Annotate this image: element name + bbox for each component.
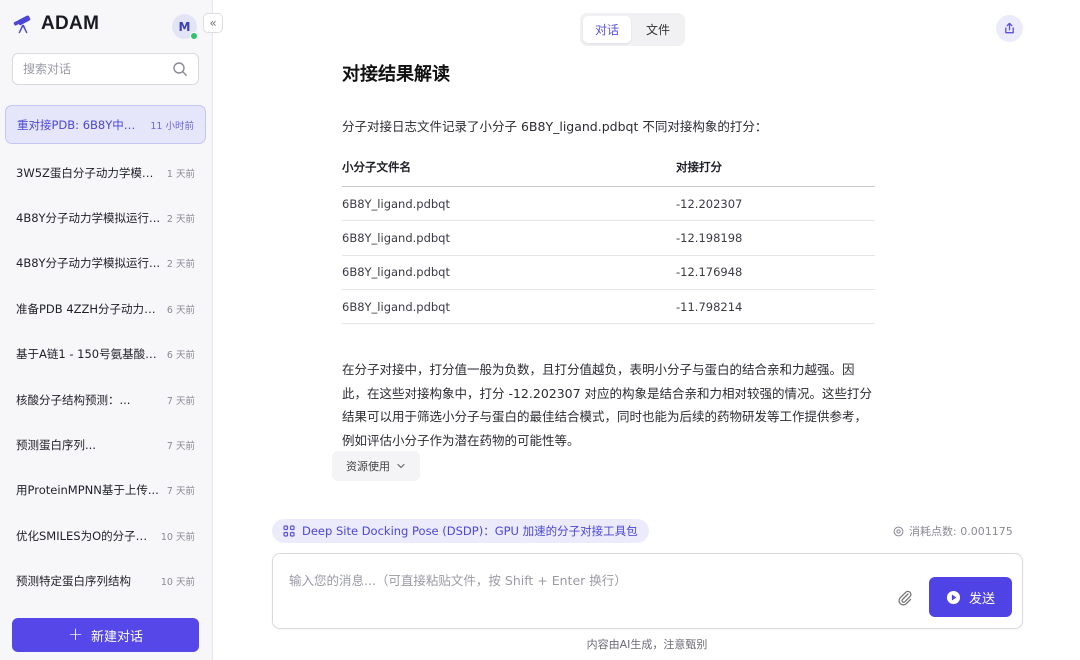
conversation-title: 准备PDB 4ZZH分子动力学... xyxy=(16,301,161,316)
message-heading: 对接结果解读 xyxy=(342,64,450,85)
conversation-item[interactable]: 4B8Y分子动力学模拟运行... 2 天前 xyxy=(5,195,206,240)
resources-label: 资源使用 xyxy=(346,460,390,473)
conversation-time: 7 天前 xyxy=(166,395,195,407)
brand-name: ADAM xyxy=(41,13,100,34)
conversation-item[interactable]: 3W5Z蛋白分子动力学模拟... 1 天前 xyxy=(5,150,206,195)
new-chat-button[interactable]: + 新建对话 xyxy=(12,618,199,652)
cost-indicator: 消耗点数: 0.001175 xyxy=(893,523,1013,539)
search-input[interactable] xyxy=(23,62,163,76)
tool-chip-label: Deep Site Docking Pose (DSDP)：GPU 加速的分子对… xyxy=(302,524,638,538)
share-button[interactable] xyxy=(996,15,1023,42)
conversation-title: 核酸分子结构预测：... xyxy=(16,392,131,407)
app-root: ADAM M « 重对接PDB: 6B8Y中蛋... 11 小时前 3W5Z蛋白… xyxy=(0,0,1080,660)
docking-score-table: 小分子文件名 对接打分 6B8Y_ligand.pdbqt -12.202307… xyxy=(342,159,875,325)
conversation-time: 2 天前 xyxy=(166,214,195,226)
conversation-item[interactable]: 优化SMILES为O的分子结... 10 天前 xyxy=(5,513,206,558)
telescope-logo-icon xyxy=(13,15,31,34)
cost-label: 消耗点数: 0.001175 xyxy=(909,525,1013,538)
table-row: 6B8Y_ligand.pdbqt -11.798214 xyxy=(342,289,875,325)
avatar-initial: M xyxy=(178,19,191,34)
tool-grid-icon xyxy=(283,525,295,537)
conversation-time: 7 天前 xyxy=(166,441,195,453)
conversation-title: 4B8Y分子动力学模拟运行... xyxy=(16,211,161,226)
share-icon xyxy=(1005,22,1014,34)
brand[interactable]: ADAM xyxy=(12,13,99,35)
conversation-title: 基于A链1 - 150号氨基酸及... xyxy=(16,347,161,362)
conversation-title: 优化SMILES为O的分子结... xyxy=(16,528,155,543)
ligand-cell: 6B8Y_ligand.pdbqt xyxy=(342,186,676,222)
sidebar: ADAM M « 重对接PDB: 6B8Y中蛋... 11 小时前 3W5Z蛋白… xyxy=(0,0,223,660)
column-header-score: 对接打分 xyxy=(676,159,875,187)
conversation-time: 7 天前 xyxy=(166,486,195,498)
double-chevron-left-icon: « xyxy=(209,16,217,30)
resources-usage-toggle[interactable]: 资源使用 xyxy=(332,451,420,481)
message-composer: 发送 xyxy=(272,553,1023,629)
conversation-item[interactable]: 基于A链1 - 150号氨基酸及... 6 天前 xyxy=(5,332,206,377)
tab-chat[interactable]: 对话 xyxy=(583,16,632,43)
table-row: 6B8Y_ligand.pdbqt -12.176948 xyxy=(342,255,875,290)
send-button[interactable]: 发送 xyxy=(929,577,1012,617)
message-intro: 分子对接日志文件记录了小分子 6B8Y_ligand.pdbqt 不同对接构象的… xyxy=(342,119,768,134)
conversation-item[interactable]: 预测蛋白序列... 7 天前 xyxy=(5,422,206,467)
score-cell: -12.202307 xyxy=(676,186,875,222)
score-cell: -12.176948 xyxy=(676,255,875,290)
score-cell: -11.798214 xyxy=(676,289,875,325)
coin-icon xyxy=(893,526,904,536)
conversation-time: 10 天前 xyxy=(160,531,195,543)
chevron-down-icon xyxy=(397,463,405,469)
conversation-search xyxy=(12,53,199,85)
conversation-title: 重对接PDB: 6B8Y中蛋... xyxy=(17,117,145,132)
send-play-icon xyxy=(946,590,961,604)
user-avatar[interactable]: M xyxy=(172,14,198,40)
table-header-row: 小分子文件名 对接打分 xyxy=(342,159,875,187)
conversation-title: 用ProteinMPNN基于上传... xyxy=(16,483,159,498)
conversation-time: 6 天前 xyxy=(166,350,195,362)
conversation-time: 2 天前 xyxy=(166,259,195,271)
conversation-title: 4B8Y分子动力学模拟运行... xyxy=(16,256,161,271)
ligand-cell: 6B8Y_ligand.pdbqt xyxy=(342,220,676,256)
conversation-time: 11 小时前 xyxy=(150,120,194,132)
conversation-title: 预测特定蛋白序列结构 xyxy=(16,574,131,589)
main-panel: 对话 文件 对接结果解读 分子对接日志文件记录了小分子 6B8Y_ligand.… xyxy=(213,0,1080,660)
tab-files[interactable]: 文件 xyxy=(634,16,682,43)
plus-icon: + xyxy=(67,624,84,645)
table-row: 6B8Y_ligand.pdbqt -12.202307 xyxy=(342,186,875,222)
column-header-ligand: 小分子文件名 xyxy=(342,159,676,187)
score-cell: -12.198198 xyxy=(676,220,875,256)
send-label: 发送 xyxy=(968,591,995,607)
conversation-item[interactable]: 核酸分子结构预测：... 7 天前 xyxy=(5,377,206,422)
conversation-item[interactable]: 准备PDB 4ZZH分子动力学... 6 天前 xyxy=(5,286,206,331)
online-status-dot xyxy=(190,32,198,40)
conversation-item[interactable]: 预测特定蛋白序列结构 10 天前 xyxy=(5,559,206,604)
conversation-time: 1 天前 xyxy=(166,168,195,180)
new-chat-label: 新建对话 xyxy=(91,629,144,645)
conversation-item-active[interactable]: 重对接PDB: 6B8Y中蛋... 11 小时前 xyxy=(5,105,206,144)
table-row: 6B8Y_ligand.pdbqt -12.198198 xyxy=(342,220,875,256)
conversation-title: 预测蛋白序列... xyxy=(16,438,96,453)
conversation-item[interactable]: 4B8Y分子动力学模拟运行... 2 天前 xyxy=(5,241,206,286)
ligand-cell: 6B8Y_ligand.pdbqt xyxy=(342,255,676,290)
message-input[interactable] xyxy=(289,570,849,592)
paperclip-icon[interactable] xyxy=(896,589,914,607)
conversation-item[interactable]: 用ProteinMPNN基于上传... 7 天前 xyxy=(5,468,206,513)
collapse-sidebar-button[interactable]: « xyxy=(203,13,223,33)
conversation-list: 重对接PDB: 6B8Y中蛋... 11 小时前 3W5Z蛋白分子动力学模拟..… xyxy=(5,105,206,604)
message-paragraph: 在分子对接中，打分值一般为负数，且打分值越负，表明小分子与蛋白的结合亲和力越强。… xyxy=(342,362,873,448)
conversation-time: 6 天前 xyxy=(166,304,195,316)
ligand-cell: 6B8Y_ligand.pdbqt xyxy=(342,289,676,325)
search-icon[interactable] xyxy=(172,61,188,77)
ai-disclaimer: 内容由AI生成，注意甄别 xyxy=(586,638,708,651)
conversation-title: 3W5Z蛋白分子动力学模拟... xyxy=(16,165,161,180)
tool-chip[interactable]: Deep Site Docking Pose (DSDP)：GPU 加速的分子对… xyxy=(272,519,649,543)
conversation-time: 10 天前 xyxy=(160,577,195,589)
view-tabs: 对话 文件 xyxy=(580,13,686,46)
assistant-message: 对接结果解读 分子对接日志文件记录了小分子 6B8Y_ligand.pdbqt … xyxy=(342,60,877,452)
